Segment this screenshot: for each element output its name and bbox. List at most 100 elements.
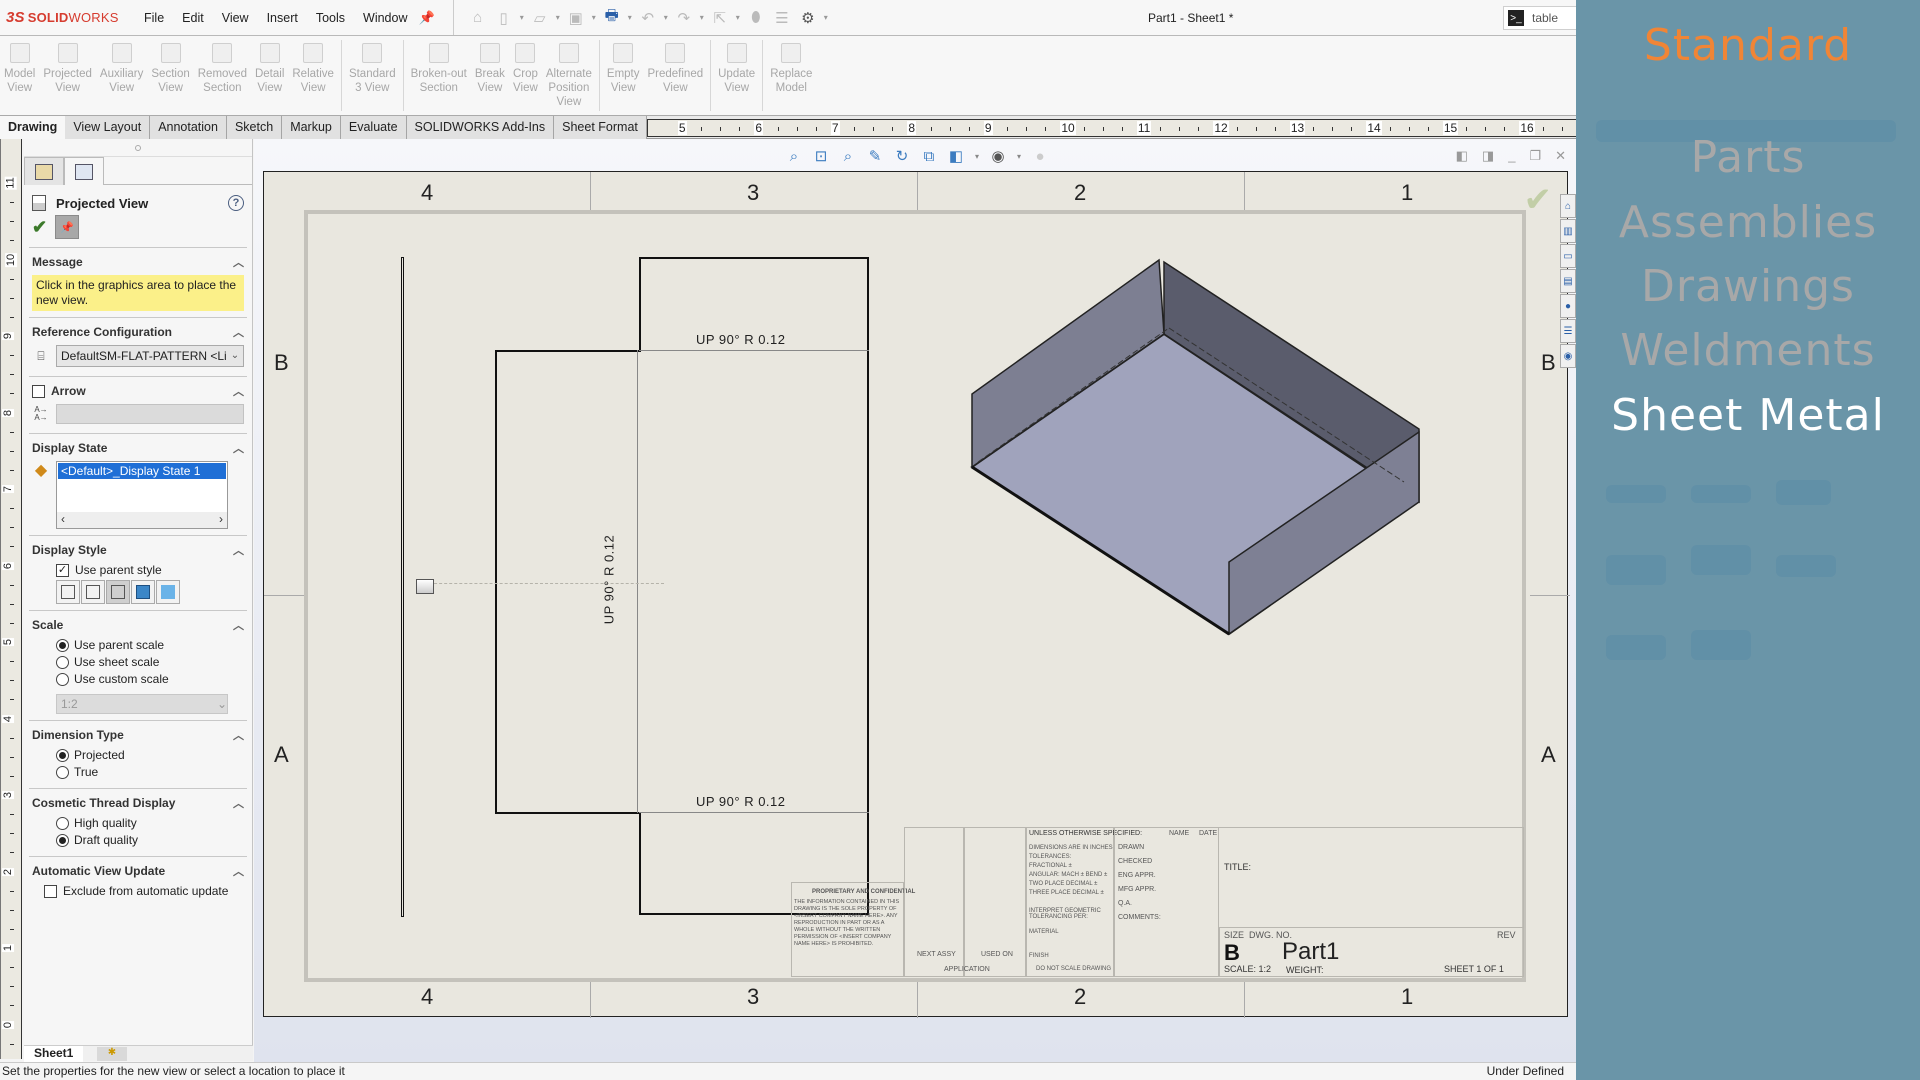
- custom-properties-icon[interactable]: ☰: [1560, 319, 1576, 343]
- exclude-auto-update-checkbox[interactable]: [44, 884, 57, 898]
- view-palette-icon[interactable]: ▤: [1560, 269, 1576, 293]
- tab-evaluate[interactable]: Evaluate: [340, 116, 407, 139]
- tab-sheet-format[interactable]: Sheet Format: [554, 116, 647, 139]
- apply-scene-icon[interactable]: ●: [1030, 146, 1050, 166]
- collapse-chevron-icon[interactable]: ︿: [233, 440, 244, 456]
- use-sheet-scale-radio[interactable]: [56, 655, 69, 669]
- dropdown-icon[interactable]: ▾: [973, 146, 981, 166]
- hide-show-items-icon[interactable]: ◉: [988, 146, 1008, 166]
- model-view-button[interactable]: Model View: [0, 36, 39, 115]
- empty-view-button[interactable]: Empty View: [603, 36, 644, 115]
- predefined-view-button[interactable]: Predefined View: [644, 36, 708, 115]
- menu-edit[interactable]: Edit: [173, 11, 213, 25]
- use-parent-scale-radio[interactable]: [56, 638, 69, 652]
- tab-markup[interactable]: Markup: [282, 116, 341, 139]
- confirmation-check-icon[interactable]: ✔: [1524, 180, 1553, 220]
- open-dropdown-icon[interactable]: ▾: [556, 13, 560, 22]
- print-dropdown-icon[interactable]: ▾: [628, 13, 632, 22]
- zoom-to-fit-icon[interactable]: ⌕: [784, 146, 804, 166]
- collapse-chevron-icon[interactable]: ︿: [233, 254, 244, 270]
- arrow-label-input[interactable]: [56, 404, 244, 424]
- custom-scale-select[interactable]: 1:2 ⌄: [56, 694, 228, 714]
- tab-drawing[interactable]: Drawing: [0, 116, 66, 139]
- rotate-icon[interactable]: ↻: [892, 146, 912, 166]
- previous-view-icon[interactable]: ✎: [865, 146, 885, 166]
- undo-icon[interactable]: ↶: [638, 8, 658, 28]
- next-window-icon[interactable]: ◨: [1482, 148, 1494, 164]
- edge-view[interactable]: [401, 257, 404, 917]
- select-dropdown-icon[interactable]: ▾: [736, 13, 740, 22]
- zoom-to-sheet-icon[interactable]: ⌕: [838, 146, 858, 166]
- select-icon[interactable]: ⇱: [710, 8, 730, 28]
- search-input[interactable]: table: [1532, 11, 1558, 25]
- tab-property-manager[interactable]: [64, 157, 104, 185]
- shaded-button[interactable]: [156, 580, 180, 604]
- ok-check-icon[interactable]: ✔: [32, 217, 47, 238]
- collapse-chevron-icon[interactable]: ︿: [233, 383, 244, 399]
- new-dropdown-icon[interactable]: ▾: [520, 13, 524, 22]
- standard-3-view-button[interactable]: Standard 3 View: [345, 36, 400, 115]
- redo-icon[interactable]: ↷: [674, 8, 694, 28]
- add-sheet-icon[interactable]: ✱: [97, 1046, 127, 1061]
- collapse-chevron-icon[interactable]: ︿: [233, 617, 244, 633]
- hidden-lines-visible-button[interactable]: [81, 580, 105, 604]
- projected-radio[interactable]: [56, 748, 69, 762]
- keep-visible-pushpin-icon[interactable]: 📌: [55, 215, 80, 239]
- high-quality-radio[interactable]: [56, 816, 69, 830]
- tab-feature-manager[interactable]: [24, 157, 64, 185]
- menu-view[interactable]: View: [213, 11, 258, 25]
- panel-splitter[interactable]: [24, 139, 252, 157]
- graphics-area[interactable]: ⌕ ⊡ ⌕ ✎ ↻ ⧉ ◧ ▾ ◉ ▾ ● ◧ ◨ _ ❐ ✕ 4 3 2 1 4 …: [254, 139, 1576, 1062]
- options-dropdown-icon[interactable]: ▾: [824, 13, 828, 22]
- command-search-box[interactable]: >_ table: [1503, 6, 1583, 30]
- true-radio[interactable]: [56, 765, 69, 779]
- isometric-view[interactable]: [964, 242, 1484, 692]
- undo-dropdown-icon[interactable]: ▾: [664, 13, 668, 22]
- removed-section-button[interactable]: Removed Section: [194, 36, 251, 115]
- tab-sketch[interactable]: Sketch: [226, 116, 283, 139]
- tab-view-layout[interactable]: View Layout: [65, 116, 151, 139]
- redo-dropdown-icon[interactable]: ▾: [700, 13, 704, 22]
- use-custom-scale-radio[interactable]: [56, 672, 69, 686]
- zoom-to-area-icon[interactable]: ⊡: [811, 146, 831, 166]
- restore-icon[interactable]: ❐: [1529, 148, 1541, 164]
- sheet-tab-sheet1[interactable]: Sheet1: [24, 1045, 84, 1062]
- print-icon[interactable]: 🖶: [602, 7, 622, 28]
- save-dropdown-icon[interactable]: ▾: [592, 13, 596, 22]
- display-style-icon[interactable]: ⧉: [919, 146, 939, 166]
- break-view-button[interactable]: Break View: [471, 36, 509, 115]
- draft-quality-radio[interactable]: [56, 833, 69, 847]
- collapse-chevron-icon[interactable]: ︿: [233, 727, 244, 743]
- arrow-checkbox[interactable]: [32, 384, 45, 398]
- collapse-chevron-icon[interactable]: ︿: [233, 324, 244, 340]
- solidworks-resources-icon[interactable]: ⌂: [1560, 194, 1576, 218]
- menu-tools[interactable]: Tools: [307, 11, 354, 25]
- use-parent-style-checkbox[interactable]: ✓: [56, 563, 69, 577]
- wireframe-button[interactable]: [56, 580, 80, 604]
- collapse-chevron-icon[interactable]: ︿: [233, 542, 244, 558]
- solidworks-logo[interactable]: 3S SOLID WORKS: [0, 9, 135, 26]
- design-library-icon[interactable]: ▥: [1560, 219, 1576, 243]
- tab-solidworks-add-ins[interactable]: SOLIDWORKS Add-Ins: [406, 116, 555, 139]
- hidden-lines-removed-button[interactable]: [106, 580, 130, 604]
- reference-configuration-select[interactable]: DefaultSM-FLAT-PATTERN <Li ⌄: [56, 345, 244, 367]
- collapse-chevron-icon[interactable]: ︿: [233, 795, 244, 811]
- display-state-item[interactable]: <Default>_Display State 1: [58, 463, 226, 479]
- rebuild-icon[interactable]: ⬮: [746, 8, 766, 28]
- options-gear-icon[interactable]: ⚙: [798, 8, 818, 28]
- help-icon[interactable]: ?: [228, 195, 244, 211]
- horizontal-scrollbar[interactable]: ‹ ›: [57, 512, 227, 528]
- save-icon[interactable]: ▣: [566, 8, 586, 28]
- detail-view-button[interactable]: Detail View: [251, 36, 288, 115]
- broken-out-section-button[interactable]: Broken-out Section: [407, 36, 471, 115]
- collapse-chevron-icon[interactable]: ︿: [233, 863, 244, 879]
- drawing-sheet[interactable]: 4 3 2 1 4 3 2 1 B A B A UP 90° R 0.12 UP…: [263, 171, 1570, 1018]
- menu-insert[interactable]: Insert: [258, 11, 307, 25]
- appearances-icon[interactable]: ●: [1560, 294, 1576, 318]
- relative-view-button[interactable]: Relative View: [288, 36, 338, 115]
- display-state-list[interactable]: <Default>_Display State 1 ‹ ›: [56, 461, 228, 529]
- projected-view-button[interactable]: Projected View: [39, 36, 96, 115]
- auxiliary-view-button[interactable]: Auxiliary View: [96, 36, 147, 115]
- dropdown-icon[interactable]: ▾: [1015, 146, 1023, 166]
- minimize-icon[interactable]: _: [1508, 148, 1515, 164]
